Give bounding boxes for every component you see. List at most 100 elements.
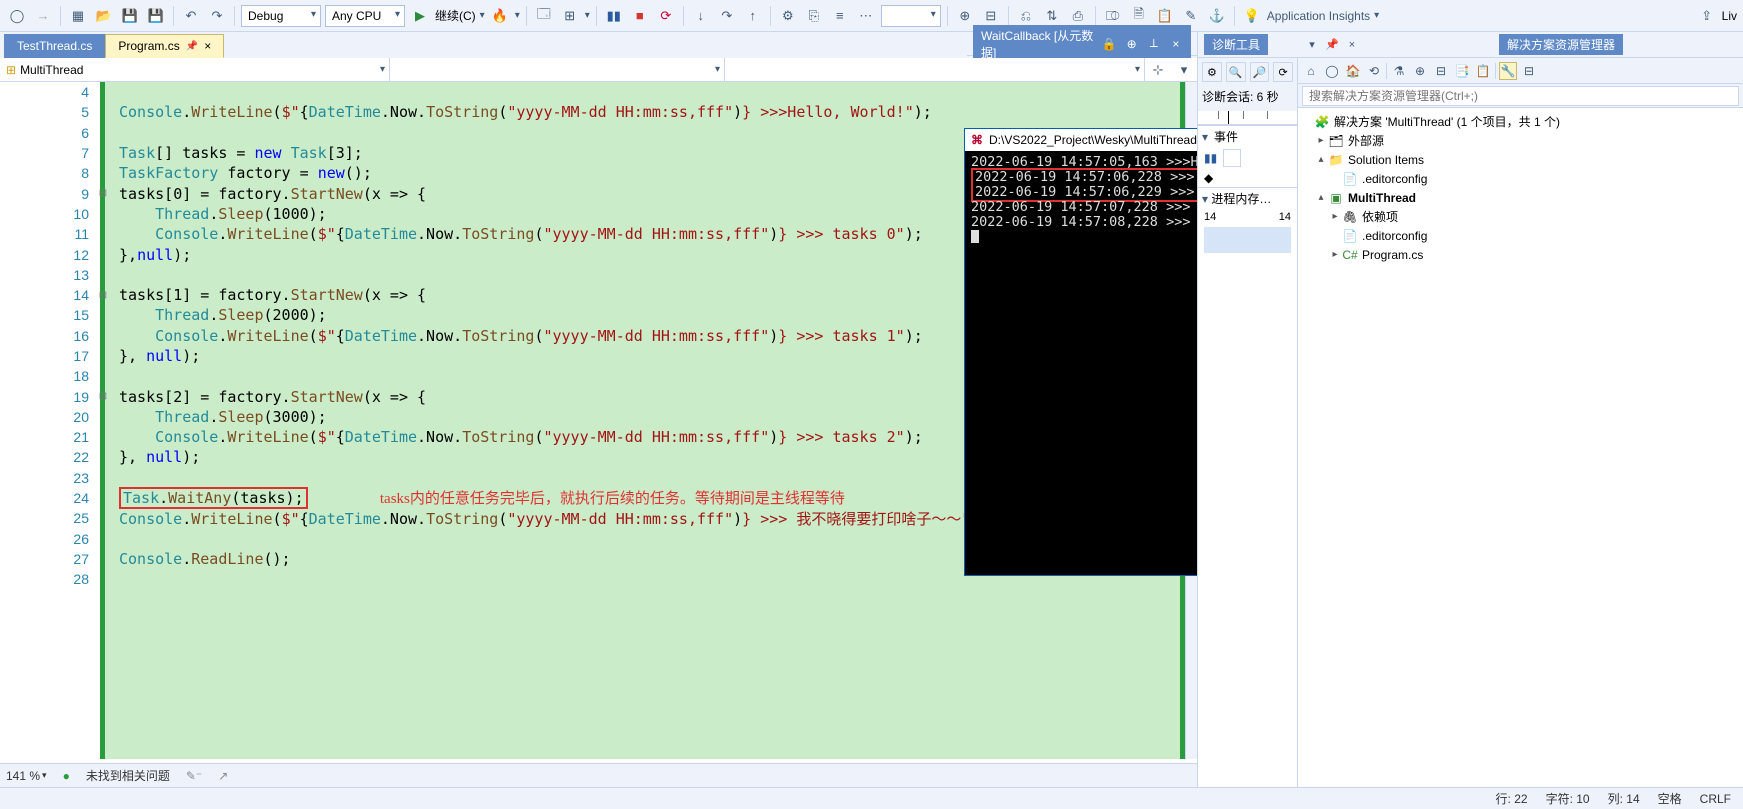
diag-dd-icon[interactable]: ▾ <box>1304 37 1320 53</box>
continue-button[interactable]: ▶ <box>409 5 431 27</box>
tool-5-icon[interactable]: ⊕ <box>954 5 976 27</box>
tool-8-icon[interactable]: ⇅ <box>1041 5 1063 27</box>
diag-events-label[interactable]: 事件 <box>1214 128 1238 145</box>
se-copy-icon[interactable]: 📋 <box>1474 62 1492 80</box>
editor-status-bar: 141 % ▾ ● 未找到相关问题 ✎⁻ ↗ <box>0 763 1197 787</box>
console-app-icon: ⌘ <box>971 133 983 147</box>
se-sync-icon[interactable]: ⟲ <box>1365 62 1383 80</box>
promote-icon[interactable]: ⊕ <box>1125 36 1139 52</box>
se-hut-icon[interactable]: 🏠 <box>1344 62 1362 80</box>
issues-label[interactable]: 未找到相关问题 <box>86 767 170 784</box>
code-editor[interactable]: 4 5Console.WriteLine($"{DateTime.Now.ToS… <box>0 82 1197 787</box>
open-icon[interactable]: 📂 <box>93 5 115 27</box>
solution-toolbar: ⌂ ◯ 🏠 ⟲ ⚗ ⊕ ⊟ 📑 📋 🔧 ⊟ <box>1298 58 1743 84</box>
status-col[interactable]: 列: 14 <box>1608 790 1640 807</box>
status-char[interactable]: 字符: 10 <box>1546 790 1590 807</box>
close-icon[interactable]: × <box>1169 36 1183 52</box>
console-titlebar[interactable]: ⌘ D:\VS2022_Project\Wesky\MultiThread\Mu… <box>965 129 1197 151</box>
save-all-icon[interactable]: 💾 <box>145 5 167 27</box>
se-filter-icon[interactable]: ⚗ <box>1390 62 1408 80</box>
se-back-icon[interactable]: ◯ <box>1323 62 1341 80</box>
step-over-icon[interactable]: ↷ <box>716 5 738 27</box>
diag-mem-label[interactable]: 进程内存… <box>1211 192 1271 206</box>
preview-tab-bar: WaitCallback [从元数据] 🔒 ⊕ ⟂ × <box>967 32 1197 56</box>
expand-icon[interactable]: ▾ <box>1171 58 1197 81</box>
undo-icon[interactable]: ↶ <box>180 5 202 27</box>
tool-13-icon[interactable]: ✎ <box>1180 5 1202 27</box>
tool-7-icon[interactable]: ⎌ <box>1015 5 1037 27</box>
se-collapse-icon[interactable]: ⊟ <box>1432 62 1450 80</box>
fold-icon[interactable]: ⊟ <box>97 188 109 199</box>
diag-settings-icon[interactable]: ⚙ <box>1202 62 1222 82</box>
tool-4-icon[interactable]: ⋯ <box>855 5 877 27</box>
hot-reload-icon[interactable]: 🔥 <box>489 5 511 27</box>
console-window[interactable]: ⌘ D:\VS2022_Project\Wesky\MultiThread\Mu… <box>964 128 1197 576</box>
continue-label[interactable]: 继续(C) <box>435 7 476 24</box>
se-show-all-icon[interactable]: 📑 <box>1453 62 1471 80</box>
step-into-icon[interactable]: ↓ <box>690 5 712 27</box>
status-line[interactable]: 行: 22 <box>1496 790 1528 807</box>
project-dropdown[interactable]: ⊞MultiThread <box>0 58 390 81</box>
diag-memory-chart[interactable] <box>1204 227 1291 253</box>
pause-icon[interactable]: ▮▮ <box>603 5 625 27</box>
platform-combo[interactable]: Any CPU <box>325 5 405 27</box>
fold-icon[interactable]: ⊟ <box>97 290 109 301</box>
new-item-icon[interactable]: ▦ <box>67 5 89 27</box>
annotation-text: tasks内的任意任务完毕后，就执行后续的任务。等待期间是主线程等待 <box>380 491 845 507</box>
solution-search-input[interactable] <box>1302 86 1739 106</box>
tool-10-icon[interactable]: ⎄ <box>1102 5 1124 27</box>
search-combo[interactable] <box>881 5 941 27</box>
diag-pin-icon[interactable]: 📌 <box>1324 37 1340 53</box>
step-out-icon[interactable]: ↑ <box>742 5 764 27</box>
type-dropdown[interactable] <box>390 58 725 81</box>
tool-9-icon[interactable]: ⎙ <box>1067 5 1089 27</box>
status-eol[interactable]: CRLF <box>1700 792 1731 806</box>
pin-icon[interactable]: ⟂ <box>1147 36 1161 52</box>
document-tabs: TestThread.cs Program.cs📌× <box>0 32 967 58</box>
layout-icon[interactable]: ⊞ <box>559 5 581 27</box>
stop-icon[interactable]: ■ <box>629 5 651 27</box>
live-share-icon[interactable]: ⇪ <box>1696 5 1718 27</box>
tool-2-icon[interactable]: ⎘ <box>803 5 825 27</box>
fold-icon[interactable]: ⊟ <box>97 391 109 402</box>
lock-icon: 🔒 <box>1102 36 1117 52</box>
se-more-icon[interactable]: ⊟ <box>1520 62 1538 80</box>
tab-program[interactable]: Program.cs📌× <box>105 34 224 58</box>
zoom-combo[interactable]: 141 % ▾ <box>6 769 47 783</box>
tab-testthread[interactable]: TestThread.cs <box>4 34 105 58</box>
nav-back-icon[interactable]: ◯ <box>6 5 28 27</box>
solution-tree[interactable]: 🧩解决方案 'MultiThread' (1 个项目，共 1 个) ▸🗂外部源 … <box>1298 108 1743 787</box>
pin-icon[interactable]: 📌 <box>186 41 198 52</box>
diag-reset-icon[interactable]: ⟳ <box>1273 62 1293 82</box>
config-combo[interactable]: Debug <box>241 5 321 27</box>
restart-icon[interactable]: ⟳ <box>655 5 677 27</box>
se-properties-icon[interactable]: 🔧 <box>1499 62 1517 80</box>
toolbox-icon[interactable]: 🗔 <box>533 5 555 27</box>
tool-1-icon[interactable]: ⚙ <box>777 5 799 27</box>
app-insights-button[interactable]: Application Insights ▾ <box>1267 9 1379 23</box>
tool-3-icon[interactable]: ≡ <box>829 5 851 27</box>
split-icon[interactable]: ⊹ <box>1145 58 1171 81</box>
code-nav-bar: ⊞MultiThread ⊹ ▾ <box>0 58 1197 82</box>
tool-6-icon[interactable]: ⊟ <box>980 5 1002 27</box>
redo-icon[interactable]: ↷ <box>206 5 228 27</box>
diag-zoomin-icon[interactable]: 🔍 <box>1226 62 1246 82</box>
diag-panel-header: 诊断工具 <box>1198 32 1298 58</box>
diag-session-label: 诊断会话: 6 秒 <box>1202 86 1293 107</box>
live-label[interactable]: Liv <box>1722 9 1737 23</box>
se-expand-icon[interactable]: ⊕ <box>1411 62 1429 80</box>
diag-zoomout-icon[interactable]: 🔎 <box>1250 62 1270 82</box>
save-icon[interactable]: 💾 <box>119 5 141 27</box>
preview-tab[interactable]: WaitCallback [从元数据] 🔒 ⊕ ⟂ × <box>973 25 1191 63</box>
se-home-icon[interactable]: ⌂ <box>1302 62 1320 80</box>
tool-12-icon[interactable]: 📋 <box>1154 5 1176 27</box>
tool-11-icon[interactable]: 🗎 <box>1128 5 1150 27</box>
status-bar: 行: 22 字符: 10 列: 14 空格 CRLF <box>0 787 1743 809</box>
diag-close-icon[interactable]: × <box>1344 37 1360 53</box>
diag-timeline[interactable] <box>1198 111 1297 125</box>
nav-fwd-icon[interactable]: → <box>32 5 54 27</box>
tool-14-icon[interactable]: ⚓ <box>1206 5 1228 27</box>
member-dropdown[interactable] <box>725 58 1145 81</box>
close-icon[interactable]: × <box>204 39 211 53</box>
status-indent[interactable]: 空格 <box>1658 790 1682 807</box>
